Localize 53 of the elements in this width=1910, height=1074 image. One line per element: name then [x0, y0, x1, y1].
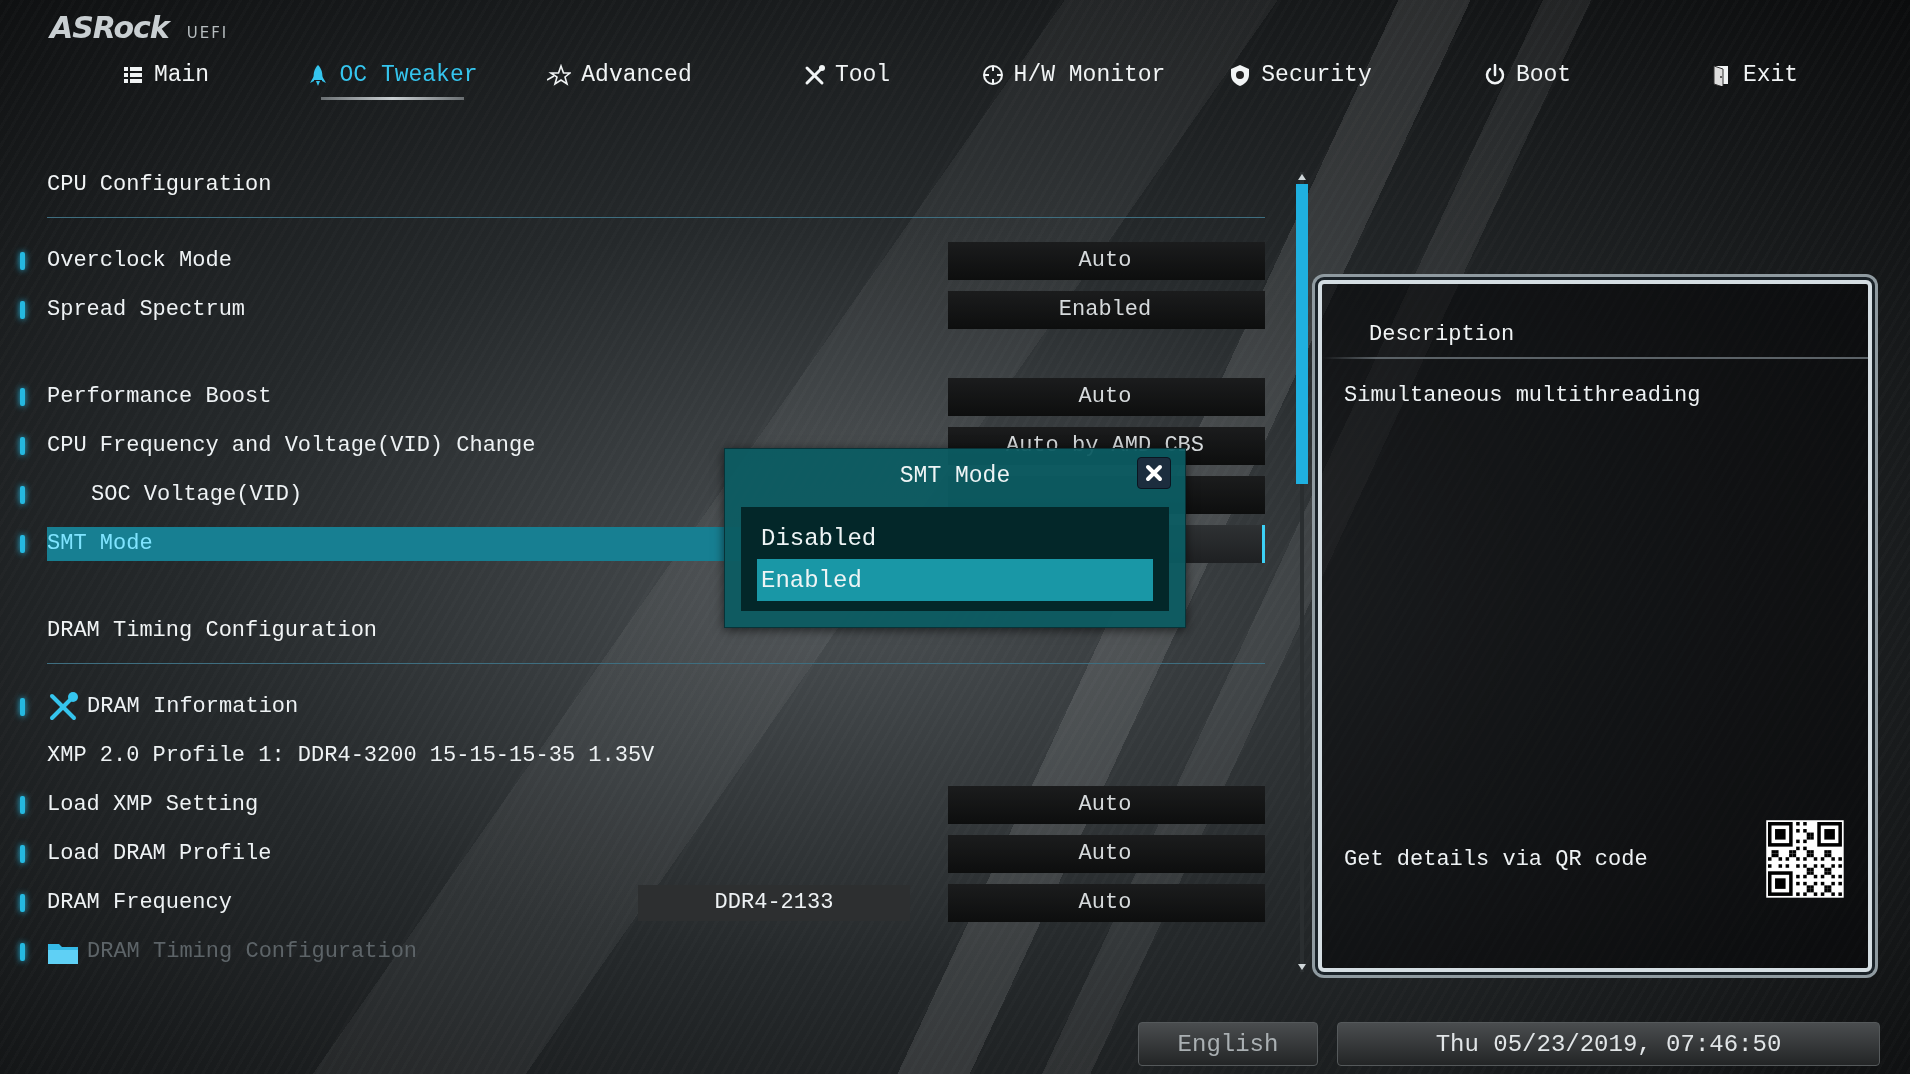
value-field[interactable]: Auto: [948, 883, 1265, 922]
nav-tab[interactable]: Security: [1187, 56, 1414, 94]
qr-hint: Get details via QR code: [1344, 846, 1648, 872]
menu-item[interactable]: CPU Frequency and Voltage(VID) Change: [47, 428, 948, 463]
bullet-icon: [20, 942, 25, 961]
close-button[interactable]: [1137, 457, 1171, 489]
bullet-icon: [20, 697, 25, 716]
bullet-icon: [20, 300, 25, 319]
value-field[interactable]: Auto: [948, 241, 1265, 280]
nav-tab[interactable]: Tool: [733, 56, 960, 94]
value-field[interactable]: Auto: [948, 834, 1265, 873]
tools-icon: [47, 690, 79, 723]
value-field[interactable]: Auto: [948, 377, 1265, 416]
section-heading: DRAM Timing Configuration: [47, 618, 378, 643]
nav-tab[interactable]: Advanced: [506, 56, 733, 94]
nav-tab[interactable]: Boot: [1414, 56, 1641, 94]
menu-item[interactable]: Overclock Mode: [47, 243, 948, 278]
bullet-icon: [20, 485, 25, 504]
menu-item[interactable]: DRAM Information: [47, 689, 1265, 724]
star-icon: [547, 64, 572, 86]
bullet-icon: [20, 251, 25, 270]
info-text: XMP 2.0 Profile 1: DDR4-3200 15-15-15-35 1.35V: [47, 742, 656, 770]
dialog-title: SMT Mode: [899, 463, 1011, 489]
menu-item[interactable]: DRAM Frequency: [47, 885, 638, 920]
nav-tab[interactable]: Main: [52, 56, 279, 94]
qr-code-icon: [1766, 820, 1844, 898]
nav-tab[interactable]: H/W Monitor: [960, 56, 1187, 94]
list-icon: [121, 64, 144, 86]
value-field[interactable]: Enabled: [948, 290, 1265, 329]
nav-tab[interactable]: Exit: [1641, 56, 1868, 94]
bullet-icon: [20, 534, 25, 553]
power-icon: [1483, 64, 1506, 86]
menu-item[interactable]: Performance Boost: [47, 379, 948, 414]
panel-title: Description: [1369, 322, 1515, 347]
bullet-icon: [20, 387, 25, 406]
bullet-icon: [20, 893, 25, 912]
logo-suffix: UEFI: [186, 24, 229, 42]
bullet-icon: [20, 795, 25, 814]
bullet-icon: [20, 844, 25, 863]
value-field[interactable]: Auto: [948, 785, 1265, 824]
menu-item[interactable]: Spread Spectrum: [47, 292, 948, 327]
gauge-icon: [981, 64, 1004, 86]
brand-logo: ASRock: [50, 10, 169, 45]
close-icon: [1145, 464, 1163, 482]
date-time: Thu 05/23/2019, 07:46:50: [1337, 1022, 1880, 1066]
current-value: DDR4-2133: [638, 884, 910, 921]
description-text: Simultaneous multithreading: [1344, 383, 1701, 408]
menu-item[interactable]: Load DRAM Profile: [47, 836, 948, 871]
bullet-icon: [20, 436, 25, 455]
section-heading: CPU Configuration: [47, 172, 272, 197]
menu-item[interactable]: Load XMP Setting: [47, 787, 948, 822]
language-button[interactable]: English: [1138, 1022, 1318, 1066]
shield-icon: [1229, 64, 1252, 86]
